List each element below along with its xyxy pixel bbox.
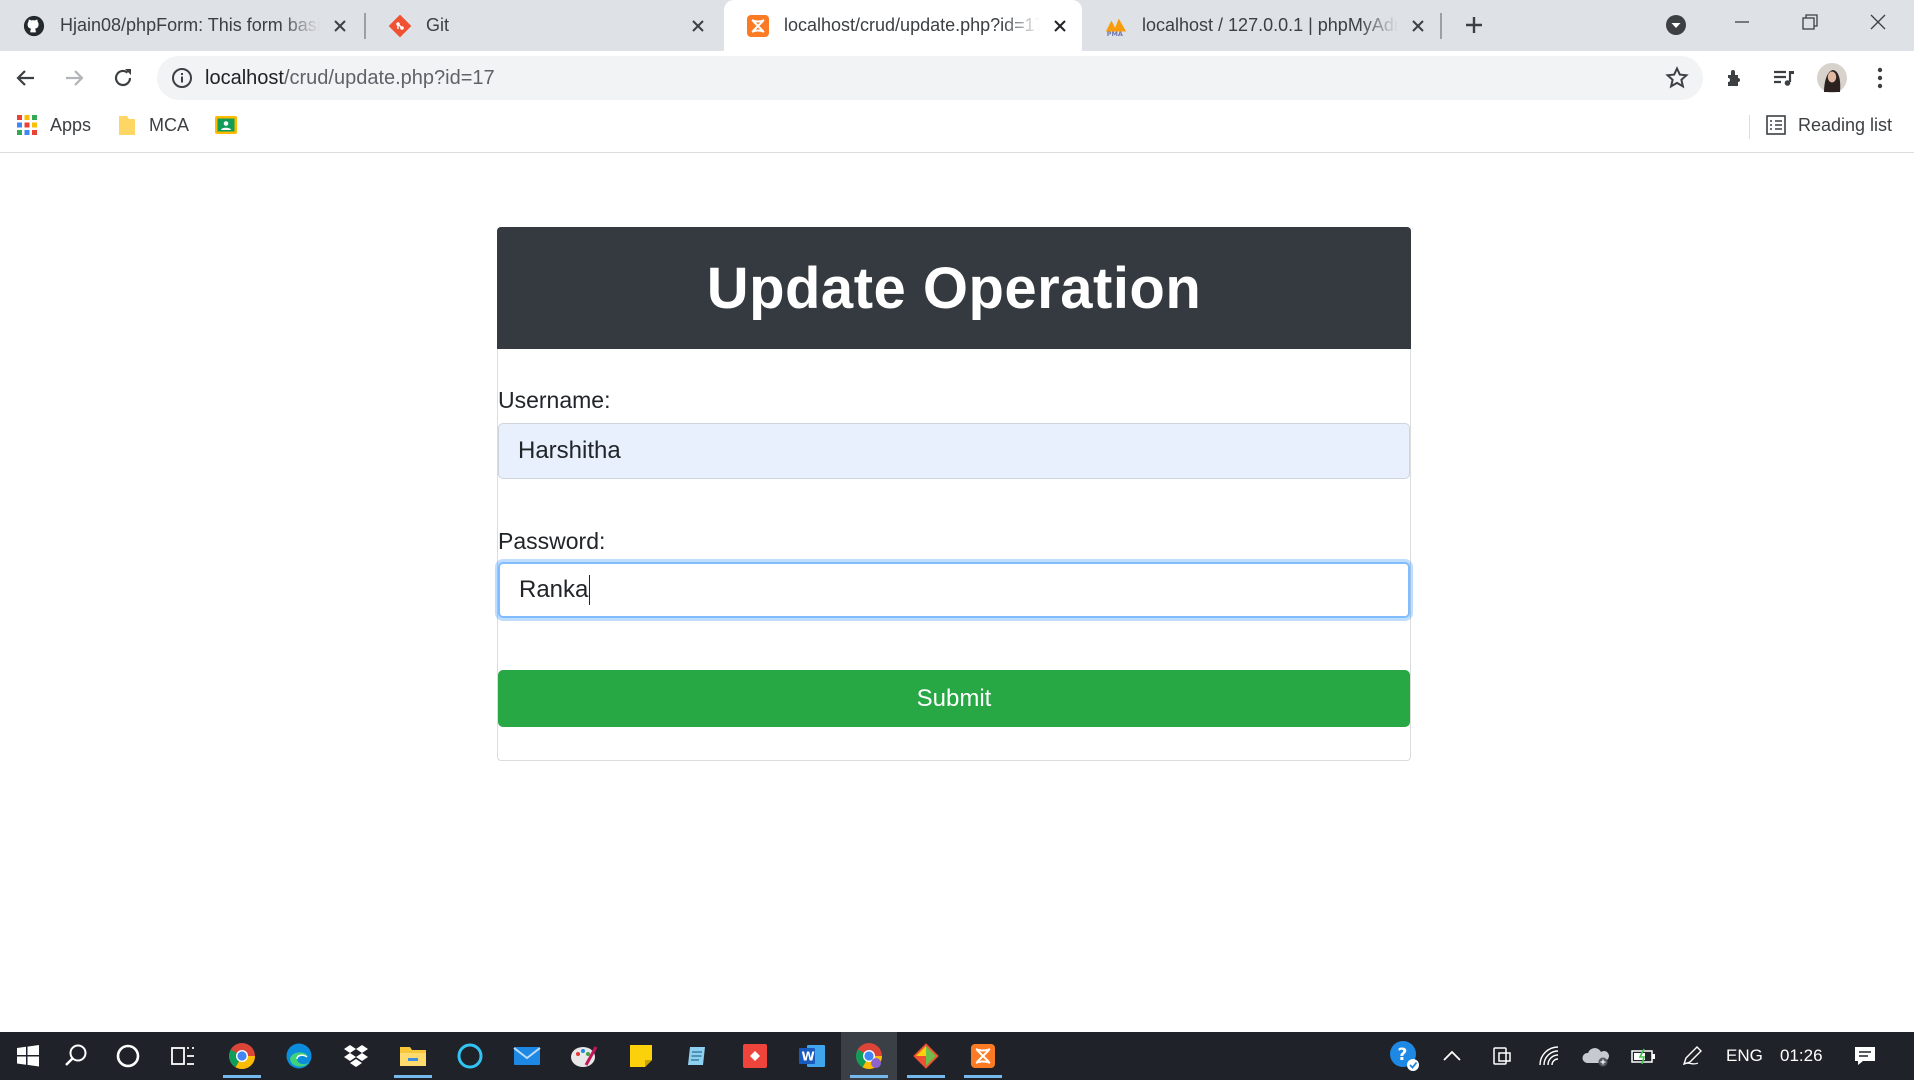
- bookmark-divider: [1749, 115, 1750, 139]
- bookmark-label: MCA: [149, 114, 189, 135]
- page-title: Update Operation: [706, 255, 1202, 321]
- url-text: localhost/crud/update.php?id=17: [205, 67, 495, 90]
- username-value: Harshitha: [518, 437, 621, 464]
- tab-strip: Hjain08/phpForm: This form basically Git…: [0, 0, 1914, 51]
- search-icon[interactable]: [48, 1032, 104, 1080]
- tab-github[interactable]: Hjain08/phpForm: This form basically: [0, 0, 362, 51]
- tab-phpmyadmin[interactable]: PMA localhost / 127.0.0.1 | phpMyAdmin: [1082, 0, 1440, 51]
- notepad-icon[interactable]: [670, 1032, 726, 1080]
- window-close-icon[interactable]: [1860, 4, 1896, 40]
- apps-grid-icon: [16, 114, 38, 136]
- alexa-icon[interactable]: [442, 1032, 498, 1080]
- github-icon: [22, 14, 46, 38]
- username-field[interactable]: Harshitha: [498, 423, 1410, 479]
- language-indicator[interactable]: ENG: [1726, 1032, 1763, 1080]
- google-classroom-icon: [214, 115, 238, 135]
- bookmark-label: Apps: [50, 114, 92, 135]
- git-icon: [388, 14, 412, 38]
- bookmark-star-icon[interactable]: [1665, 66, 1689, 90]
- anydesk-icon[interactable]: [727, 1032, 783, 1080]
- card-header: Update Operation: [497, 227, 1411, 349]
- bookmark-folder-mca[interactable]: MCA: [117, 105, 189, 145]
- text-caret: [589, 575, 591, 605]
- paint-icon[interactable]: [556, 1032, 612, 1080]
- reading-list-button[interactable]: Reading list: [1766, 105, 1892, 145]
- word-icon[interactable]: W: [784, 1032, 840, 1080]
- new-tab-icon[interactable]: [1456, 7, 1492, 43]
- address-bar[interactable]: localhost/crud/update.php?id=17: [157, 56, 1703, 100]
- minimize-icon[interactable]: [1724, 4, 1760, 40]
- profile-avatar[interactable]: [1814, 60, 1850, 96]
- clock[interactable]: 01:26: [1780, 1032, 1823, 1080]
- tab-git[interactable]: Git: [366, 0, 720, 51]
- tab-title: localhost/crud/update.php?id=17: [784, 15, 1040, 35]
- bookmark-classroom[interactable]: [214, 105, 250, 145]
- chrome-icon[interactable]: [214, 1032, 270, 1080]
- chevron-up-icon[interactable]: [1424, 1032, 1480, 1080]
- sticky-notes-icon[interactable]: [613, 1032, 669, 1080]
- task-view-icon[interactable]: [155, 1032, 211, 1080]
- password-label: Password:: [498, 528, 606, 554]
- close-icon[interactable]: [1406, 14, 1430, 38]
- browser-menu-icon[interactable]: [1862, 60, 1898, 96]
- xampp-icon[interactable]: [955, 1032, 1011, 1080]
- back-icon[interactable]: [8, 60, 44, 96]
- svg-text:?: ?: [1398, 1045, 1408, 1065]
- close-icon[interactable]: [1048, 14, 1072, 38]
- folder-icon: [117, 113, 137, 137]
- bookmarks-bar: Apps MCA Reading list: [0, 105, 1914, 153]
- svg-text:PMA: PMA: [1107, 30, 1123, 38]
- browser-toolbar: localhost/crud/update.php?id=17: [0, 51, 1914, 105]
- git-gui-icon[interactable]: [898, 1032, 954, 1080]
- tab-title: localhost / 127.0.0.1 | phpMyAdmin: [1142, 15, 1398, 35]
- file-explorer-icon[interactable]: [385, 1032, 441, 1080]
- close-icon[interactable]: [328, 14, 352, 38]
- submit-button[interactable]: Submit: [498, 670, 1410, 727]
- action-center-icon[interactable]: [1837, 1032, 1893, 1080]
- tab-search-icon[interactable]: [1658, 7, 1694, 43]
- phpmyadmin-icon: PMA: [1104, 14, 1128, 38]
- site-info-icon[interactable]: [171, 67, 193, 89]
- reading-list-icon: [1766, 115, 1786, 135]
- mail-icon[interactable]: [499, 1032, 555, 1080]
- password-field[interactable]: Ranka: [498, 562, 1410, 618]
- forward-icon[interactable]: [56, 60, 92, 96]
- restore-icon[interactable]: [1792, 4, 1828, 40]
- url-host: localhost: [205, 66, 284, 89]
- tab-title: Git: [426, 15, 450, 35]
- xampp-icon: [746, 14, 770, 38]
- tab-update-page[interactable]: localhost/crud/update.php?id=17: [724, 0, 1082, 51]
- screen: Hjain08/phpForm: This form basically Git…: [0, 0, 1914, 1080]
- username-label: Username:: [498, 387, 611, 413]
- extensions-icon[interactable]: [1718, 60, 1754, 96]
- tab-separator: [1440, 13, 1442, 39]
- media-control-icon[interactable]: [1766, 60, 1802, 96]
- password-value: Ranka: [519, 576, 589, 603]
- svg-text:W: W: [802, 1050, 815, 1064]
- reading-list-label: Reading list: [1798, 114, 1893, 135]
- update-form-card: Update Operation Username: Harshitha Pas…: [497, 227, 1411, 761]
- reload-icon[interactable]: [105, 60, 141, 96]
- tab-title: Hjain08/phpForm: This form basically: [60, 15, 320, 35]
- page-content: Update Operation Username: Harshitha Pas…: [0, 153, 1914, 1032]
- cortana-icon[interactable]: [100, 1032, 156, 1080]
- bookmark-apps[interactable]: Apps: [16, 105, 91, 145]
- chrome-profile-icon[interactable]: [841, 1032, 897, 1080]
- close-icon[interactable]: [686, 14, 710, 38]
- url-path: /crud/update.php?id=17: [283, 66, 495, 89]
- edge-icon[interactable]: [271, 1032, 327, 1080]
- pen-workspace-icon[interactable]: [1664, 1032, 1720, 1080]
- dropbox-icon[interactable]: [328, 1032, 384, 1080]
- windows-taskbar: W ? ENG 01:26: [0, 1032, 1914, 1080]
